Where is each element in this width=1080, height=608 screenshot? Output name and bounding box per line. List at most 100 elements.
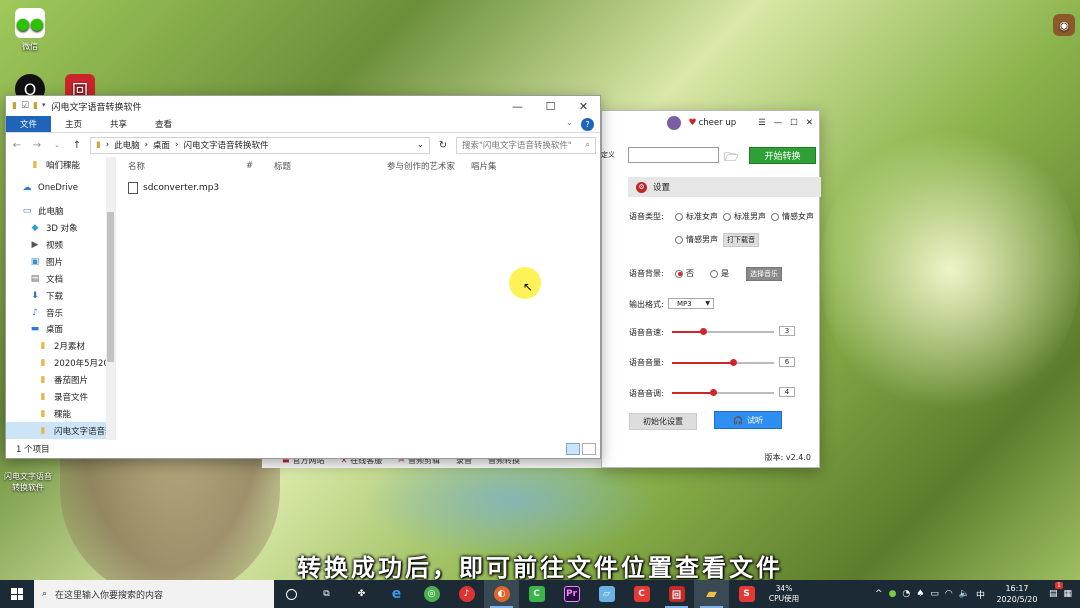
user-avatar[interactable] xyxy=(666,116,681,130)
task-view-icon[interactable]: ⧉ xyxy=(309,580,344,608)
column-artist[interactable]: 参与创作的艺术家 xyxy=(387,160,471,172)
chevron-down-icon[interactable]: ⌄ xyxy=(417,140,424,150)
breadcrumb-desktop[interactable]: 桌面 xyxy=(153,139,170,151)
maximize-button[interactable]: ☐ xyxy=(534,96,567,116)
column-title[interactable]: 标题 xyxy=(274,160,387,172)
ime-icon[interactable]: 中 xyxy=(976,588,985,601)
recorder-icon[interactable]: ◐ xyxy=(484,580,519,608)
nav-item[interactable]: ▮ 番茄图片 xyxy=(6,372,115,389)
nav-item[interactable]: ☁ OneDrive xyxy=(6,180,115,197)
network-icon[interactable]: ◠ xyxy=(945,589,953,599)
radio-emotion-male[interactable]: 情感男声 xyxy=(675,234,718,245)
desktop-icon-wechat[interactable]: ●● 微信 xyxy=(4,8,56,52)
desktop-icon-camera[interactable]: ◉ xyxy=(1052,14,1076,39)
tab-file[interactable]: 文件 xyxy=(6,116,52,132)
refresh-icon[interactable]: ↻ xyxy=(436,140,450,151)
init-settings-button[interactable]: 初始化设置 xyxy=(629,413,697,430)
breadcrumb-pc[interactable]: 此电脑 xyxy=(114,139,140,151)
format-select[interactable]: MP3 ▼ xyxy=(668,298,714,309)
security-tray-icon[interactable]: ♠ xyxy=(916,589,924,599)
volume-slider[interactable] xyxy=(672,359,774,366)
premiere-icon[interactable]: Pr xyxy=(554,580,589,608)
radio-bg-yes[interactable]: 是 xyxy=(710,268,729,279)
slider-knob[interactable] xyxy=(699,328,707,335)
address-bar[interactable]: ▮ › 此电脑 › 桌面 › 闪电文字语音转换软件 ⌄ xyxy=(90,136,430,154)
chevron-down-icon[interactable]: ⌄ xyxy=(50,141,64,149)
nav-scrollbar[interactable] xyxy=(106,157,115,440)
slider-knob[interactable] xyxy=(709,389,717,396)
nav-item[interactable]: ◆ 3D 对象 xyxy=(6,220,115,237)
nav-item[interactable]: ▮ 录音文件 xyxy=(6,389,115,406)
desktop-icon-converter-shortcut[interactable]: 闪电文字语音 转换软件 xyxy=(0,462,56,502)
red-c-app-icon[interactable]: C xyxy=(624,580,659,608)
speed-slider[interactable] xyxy=(672,328,774,335)
breadcrumb-folder[interactable]: 闪电文字语音转换软件 xyxy=(183,139,268,151)
try-listen-button[interactable]: 🎧 试听 xyxy=(714,411,782,429)
browser-green-icon[interactable]: ◎ xyxy=(414,580,449,608)
nav-item[interactable]: ♪ 音乐 xyxy=(6,304,115,321)
nav-item[interactable]: ▬ 桌面 xyxy=(6,321,115,338)
nav-item[interactable]: ▤ 文档 xyxy=(6,270,115,287)
pinwheel-app-icon[interactable]: ✤ xyxy=(344,580,379,608)
camtasia-icon[interactable]: C xyxy=(519,580,554,608)
nav-item[interactable]: ▮ 咱们稞能 xyxy=(6,157,115,174)
search-input[interactable]: 搜索"闪电文字语音转换软件" xyxy=(462,139,585,151)
converter-taskbar-icon[interactable]: 回 xyxy=(659,580,694,608)
folder-open-icon[interactable]: 🗁 xyxy=(724,148,739,169)
details-view-icon[interactable] xyxy=(566,443,580,455)
radio-standard-female[interactable]: 标准女声 xyxy=(675,211,718,222)
taskbar-search-input[interactable]: 在这里输入你要搜索的内容 xyxy=(55,588,163,601)
column-number[interactable]: # xyxy=(246,161,274,171)
speed-value[interactable]: 3 xyxy=(779,326,795,336)
nav-item[interactable]: ▭ 此电脑 xyxy=(6,203,115,220)
battery-icon[interactable]: ▭ xyxy=(930,589,939,599)
column-album[interactable]: 唱片集 xyxy=(471,160,531,172)
netease-music-icon[interactable]: ♪ xyxy=(449,580,484,608)
notes-app-icon[interactable]: ▱ xyxy=(589,580,624,608)
chevron-down-icon[interactable]: ▾ xyxy=(42,101,46,111)
file-item[interactable]: sdconverter.mp3 xyxy=(116,179,600,197)
start-button[interactable] xyxy=(0,580,34,608)
nav-item[interactable]: ▮ 2月素材 xyxy=(6,338,115,355)
wps-icon[interactable]: S xyxy=(729,580,764,608)
taskbar-search[interactable]: ⌕ 在这里输入你要搜索的内容 xyxy=(34,580,274,608)
tab-share[interactable]: 共享 xyxy=(96,116,141,132)
large-icons-view-icon[interactable] xyxy=(582,443,596,455)
radio-bg-no[interactable]: 否 xyxy=(675,268,694,279)
nav-item[interactable]: ▣ 图片 xyxy=(6,253,115,270)
choose-music-button[interactable]: 选择音乐 xyxy=(746,267,782,281)
nav-item[interactable]: ▮ 闪电文字语音转 xyxy=(6,422,115,440)
cortana-icon[interactable] xyxy=(274,580,309,608)
chevron-down-icon[interactable]: ⌄ xyxy=(566,118,573,132)
close-button[interactable]: ✕ xyxy=(806,118,813,128)
properties-icon[interactable]: ☑ xyxy=(21,101,29,111)
search-box[interactable]: 搜索"闪电文字语音转换软件" ⌕ xyxy=(456,136,596,154)
start-convert-button[interactable]: 开始转换 xyxy=(749,147,816,164)
tab-view[interactable]: 查看 xyxy=(141,116,186,132)
volume-value[interactable]: 6 xyxy=(779,357,795,367)
slider-knob[interactable] xyxy=(730,359,738,366)
notification-icon[interactable]: ▤ 1 xyxy=(1049,582,1063,599)
nav-item[interactable]: ⬇ 下载 xyxy=(6,287,115,304)
minimize-button[interactable]: — xyxy=(774,118,783,128)
more-voices-button[interactable]: 打下载音 xyxy=(723,233,759,247)
menu-icon[interactable]: ☰ xyxy=(758,118,766,128)
tab-home[interactable]: 主页 xyxy=(51,116,96,132)
output-path-input[interactable] xyxy=(628,147,719,163)
up-icon[interactable]: ↑ xyxy=(70,140,84,151)
pitch-value[interactable]: 4 xyxy=(779,387,795,397)
wechat-tray-icon[interactable]: ● xyxy=(889,589,897,599)
action-center-icon[interactable]: ▦ xyxy=(1063,589,1072,599)
volume-icon[interactable]: 🔈 xyxy=(959,589,970,599)
nav-item[interactable]: ▮ 2020年5月20 xyxy=(6,355,115,372)
maximize-button[interactable]: ☐ xyxy=(790,118,798,128)
edge-icon[interactable]: e xyxy=(379,580,414,608)
forward-icon[interactable]: → xyxy=(30,140,44,151)
clock[interactable]: 16:17 2020/5/20 xyxy=(991,583,1043,605)
column-name[interactable]: 名称 xyxy=(116,160,246,172)
file-explorer-taskbar-icon[interactable]: ▰ xyxy=(694,580,729,608)
radio-standard-male[interactable]: 标准男声 xyxy=(723,211,766,222)
minimize-button[interactable]: — xyxy=(501,96,534,116)
chevron-up-icon[interactable]: ^ xyxy=(875,589,883,599)
close-button[interactable]: ✕ xyxy=(567,96,600,116)
